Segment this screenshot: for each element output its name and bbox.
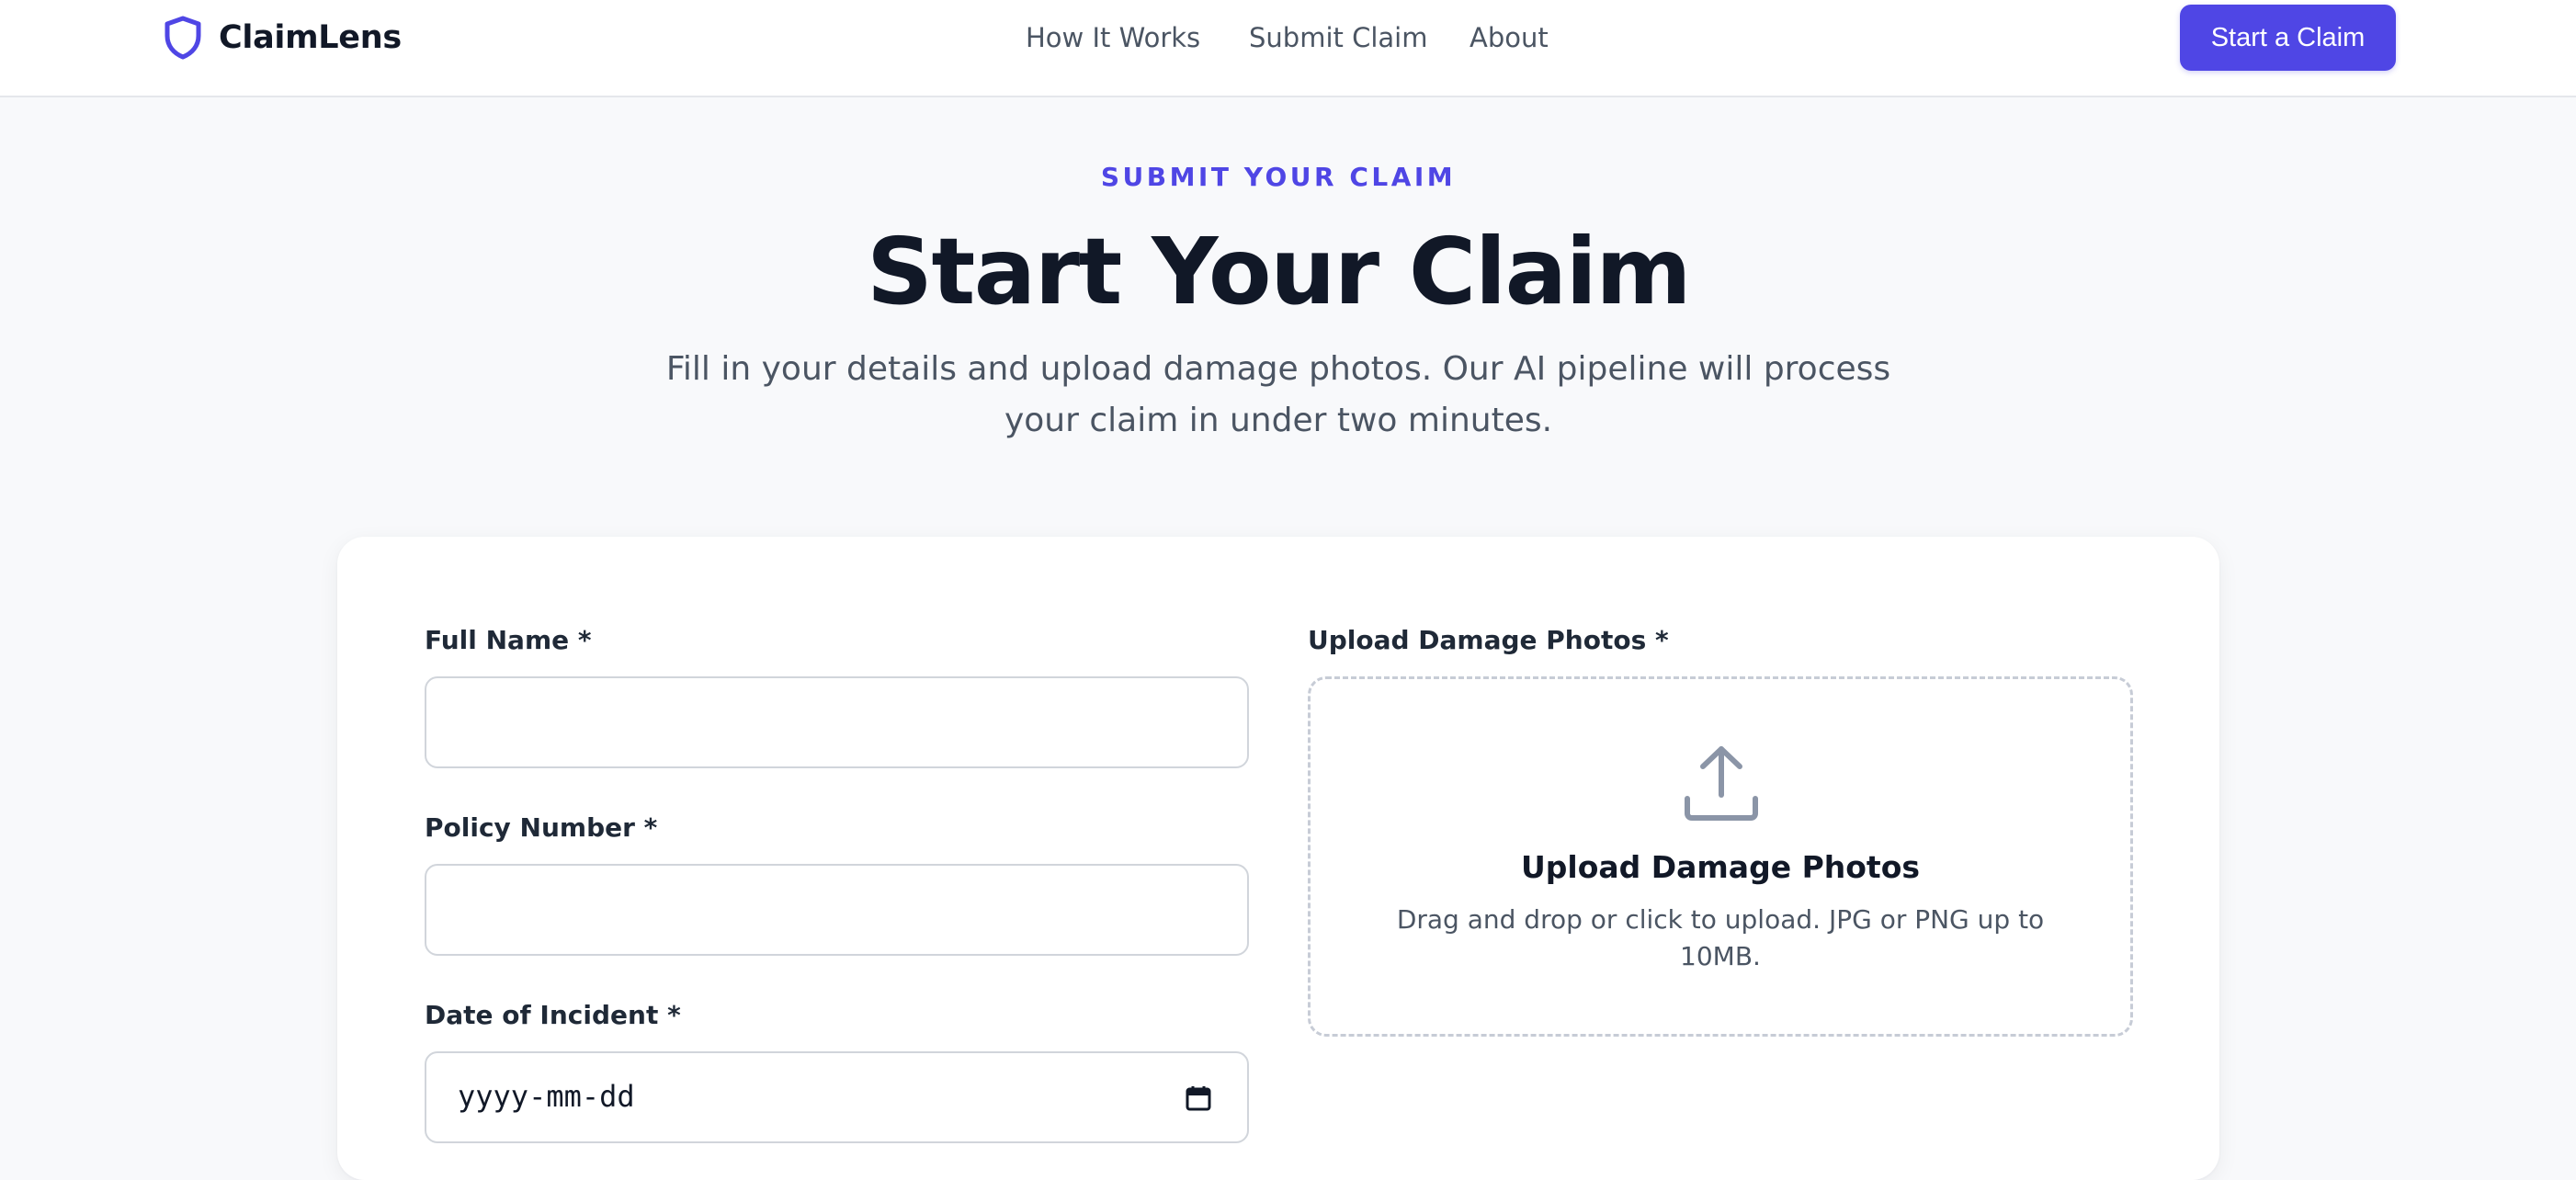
full-name-input[interactable] xyxy=(425,676,1249,768)
section-eyebrow: SUBMIT YOUR CLAIM xyxy=(1100,162,1457,192)
nav-link-about[interactable]: About xyxy=(1470,17,1549,59)
page-subtitle: Fill in your details and upload damage p… xyxy=(665,350,1891,439)
start-claim-button[interactable]: Start a Claim xyxy=(2180,5,2396,71)
date-placeholder: yyyy-mm-dd xyxy=(458,1079,635,1114)
upload-description: Drag and drop or click to upload. JPG or… xyxy=(1396,904,2045,971)
policy-number-input[interactable] xyxy=(425,864,1249,956)
calendar-icon[interactable] xyxy=(1185,1084,1212,1112)
date-of-incident-label: Date of Incident * xyxy=(425,1000,681,1030)
upload-photos-label: Upload Damage Photos * xyxy=(1308,625,1669,655)
date-of-incident-input[interactable]: yyyy-mm-dd xyxy=(425,1051,1249,1143)
page-title: Start Your Claim xyxy=(866,218,1692,325)
claim-form-card: Full Name * Policy Number * Date of Inci… xyxy=(337,537,2219,1180)
full-name-label: Full Name * xyxy=(425,625,592,655)
upload-dropzone[interactable]: Upload Damage Photos Drag and drop or cl… xyxy=(1308,676,2133,1037)
nav-link-submit-claim[interactable]: Submit Claim xyxy=(1249,17,1427,59)
top-navbar: ClaimLens How It Works Submit Claim Abou… xyxy=(0,0,2576,97)
policy-number-label: Policy Number * xyxy=(425,812,658,843)
upload-icon xyxy=(1685,746,1758,821)
nav-link-how-it-works[interactable]: How It Works xyxy=(1026,17,1200,59)
upload-title: Upload Damage Photos xyxy=(1520,849,1921,885)
